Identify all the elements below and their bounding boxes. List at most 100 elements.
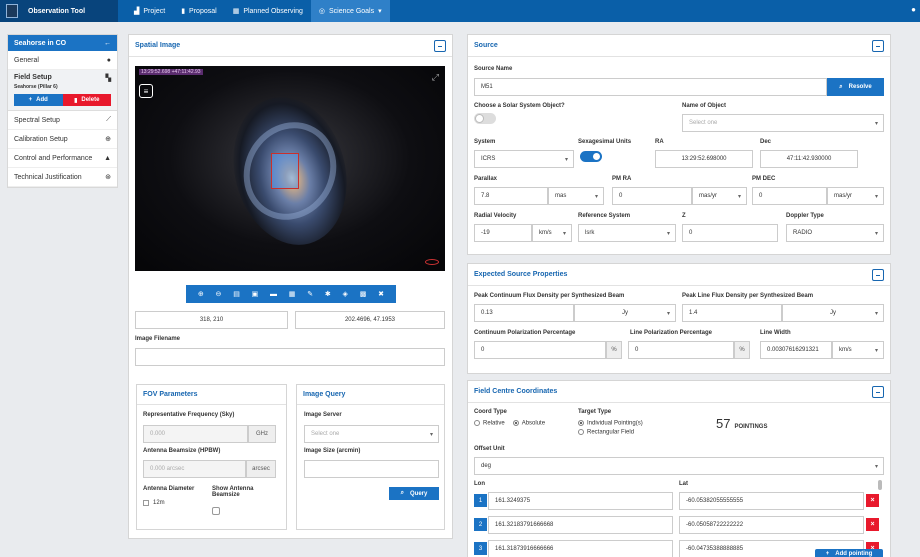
lat-input[interactable]: -60.05058722222222 xyxy=(679,516,864,534)
edit-icon[interactable]: ✎ xyxy=(307,290,313,298)
lon-input[interactable]: 161.32183791666668 xyxy=(488,516,673,534)
remove-pointing-icon[interactable]: × xyxy=(866,494,879,507)
source-name-label: Source Name xyxy=(474,66,513,72)
nav-proposal[interactable]: ▮ Proposal xyxy=(173,0,225,22)
peak-line-label: Peak Line Flux Density per Synthesized B… xyxy=(682,293,814,299)
peak-continuum-input[interactable]: 0.13 xyxy=(474,304,574,322)
expected-title: Expected Source Properties xyxy=(474,271,568,278)
sidebar-header[interactable]: Seahorse in CO ← xyxy=(8,35,117,51)
peak-line-input[interactable]: 1.4 xyxy=(682,304,782,322)
settings-icon[interactable]: ✱ xyxy=(325,290,331,298)
grid-icon[interactable]: ▩ xyxy=(360,290,367,298)
query-title: Image Query xyxy=(303,391,346,398)
rv-unit-select[interactable]: km/s xyxy=(532,224,572,242)
collapse-button[interactable] xyxy=(872,39,884,52)
plus-icon: + xyxy=(28,97,33,103)
system-select[interactable]: ICRS xyxy=(474,150,574,168)
disk-icon[interactable]: ▦ xyxy=(289,290,296,298)
sidebar-item-spectral-setup[interactable]: Spectral Setup ⟋ xyxy=(8,111,117,130)
zoom-in-icon[interactable]: ⊕ xyxy=(198,290,204,298)
peak-line-unit-select[interactable]: Jy xyxy=(782,304,884,322)
source-name-input[interactable]: M51 xyxy=(474,78,827,96)
add-pointing-button[interactable]: + Add pointing xyxy=(815,549,883,557)
lon-input[interactable]: 161.3249375 xyxy=(488,492,673,510)
line-width-unit-select[interactable]: km/s xyxy=(832,341,884,359)
beamsize-input[interactable]: 0.000 arcsec xyxy=(143,460,246,478)
peak-continuum-unit-select[interactable]: Jy xyxy=(574,304,676,322)
world-coord-readout: 202.4696, 47.1953 xyxy=(295,311,445,329)
sexagesimal-toggle[interactable] xyxy=(580,151,602,162)
close-icon[interactable]: ✖ xyxy=(378,290,384,298)
add-button[interactable]: + Add xyxy=(14,94,63,106)
lon-input[interactable]: 161.31873916666666 xyxy=(488,540,673,557)
layers-icon[interactable]: ≡ xyxy=(139,84,153,98)
solar-system-toggle[interactable] xyxy=(474,113,496,124)
zoom-out-icon[interactable]: ⊖ xyxy=(216,290,222,298)
sidebar-item-calibration-setup[interactable]: Calibration Setup ⊕ xyxy=(8,130,117,149)
antenna-diameter-label: Antenna Diameter xyxy=(143,486,195,492)
image-server-select[interactable]: Select one xyxy=(304,425,439,443)
doppler-type-select[interactable]: RADIO xyxy=(786,224,884,242)
nav-planned-observing[interactable]: ▦ Planned Observing xyxy=(225,0,311,22)
app-logo[interactable]: Observation Tool xyxy=(0,0,118,22)
solar-system-label: Choose a Solar System Object? xyxy=(474,103,565,109)
sidebar-item-technical-justification[interactable]: Technical Justification ⊛ xyxy=(8,168,117,187)
offset-unit-label: Offset Unit xyxy=(474,446,505,452)
rectangular-field-radio[interactable]: Rectangular Field xyxy=(578,429,634,436)
collapse-button[interactable] xyxy=(872,385,884,398)
line-pol-input[interactable]: 0 xyxy=(628,341,734,359)
nav-project[interactable]: ▟ Project xyxy=(126,0,173,22)
sky-image[interactable]: 13:29:52.698 +47:11:42.93 ≡ ⤢ xyxy=(135,66,445,271)
radial-velocity-input[interactable]: -19 xyxy=(474,224,532,242)
fov-overlay[interactable] xyxy=(271,153,299,189)
parallax-unit-select[interactable]: mas xyxy=(548,187,604,205)
lat-input[interactable]: -60.05382055555555 xyxy=(679,492,864,510)
individual-pointing-radio[interactable]: Individual Pointing(s) xyxy=(578,420,643,427)
pmra-input[interactable]: 0 xyxy=(612,187,692,205)
pmdec-unit-select[interactable]: mas/yr xyxy=(827,187,884,205)
image-size-input[interactable] xyxy=(304,460,439,478)
pointings-count: 57 xyxy=(716,416,731,431)
image-server-label: Image Server xyxy=(304,412,342,418)
save-icon[interactable]: ▤ xyxy=(233,290,240,298)
image-filename-input[interactable] xyxy=(135,348,445,366)
sidebar-item-control-performance[interactable]: Control and Performance ▲ xyxy=(8,149,117,168)
reference-system-select[interactable]: lsrk xyxy=(578,224,676,242)
arrow-left-icon[interactable]: ← xyxy=(104,40,111,47)
pmra-unit-select[interactable]: mas/yr xyxy=(692,187,747,205)
beam-ellipse xyxy=(425,259,439,265)
continuum-pol-input[interactable]: 0 xyxy=(474,341,606,359)
parallax-input[interactable]: 7.8 xyxy=(474,187,548,205)
show-beamsize-checkbox[interactable] xyxy=(212,507,220,515)
resolve-button[interactable]: ⌕ Resolve xyxy=(827,78,884,96)
pmdec-input[interactable]: 0 xyxy=(752,187,827,205)
sidebar-item-general[interactable]: General ● xyxy=(8,51,117,70)
absolute-radio[interactable]: Absolute xyxy=(512,420,545,427)
query-button[interactable]: ⌕ Query xyxy=(389,487,439,500)
rep-freq-input[interactable]: 0.000 xyxy=(143,425,248,443)
offset-unit-select[interactable]: deg xyxy=(474,457,884,475)
copy-icon[interactable]: ▣ xyxy=(252,290,259,298)
pointing-row-number: 2 xyxy=(474,518,487,531)
line-width-input[interactable]: 0.00307616291321 xyxy=(760,341,832,359)
delete-button[interactable]: ▮ Delete xyxy=(62,94,111,106)
percent-unit: % xyxy=(734,341,750,359)
scrollbar[interactable] xyxy=(878,480,882,490)
image-query-panel: Image Query xyxy=(296,384,445,530)
sidebar-item-field-setup[interactable]: Field Setup ▚ Seahorse (Pillar 6) + Add ▮ De… xyxy=(8,70,117,111)
remove-pointing-icon[interactable]: × xyxy=(866,518,879,531)
collapse-button[interactable] xyxy=(434,39,446,52)
expand-icon[interactable]: ⤢ xyxy=(432,72,439,83)
z-input[interactable]: 0 xyxy=(682,224,778,242)
center-icon[interactable]: ◈ xyxy=(343,290,348,298)
panel-title: Spatial Image xyxy=(135,42,181,49)
user-icon[interactable]: ● xyxy=(911,5,916,14)
folder-icon[interactable]: ▬ xyxy=(270,291,277,298)
nav-science-goals[interactable]: ◎ Science Goals ▾ xyxy=(310,0,390,22)
antenna-12m-checkbox[interactable]: 12m xyxy=(143,500,165,506)
ra-input[interactable]: 13:29:52.698000 xyxy=(655,150,753,168)
object-name-select[interactable]: Select one xyxy=(682,114,884,132)
relative-radio[interactable]: Relative xyxy=(474,420,505,427)
dec-input[interactable]: 47:11:42.930000 xyxy=(760,150,858,168)
collapse-button[interactable] xyxy=(872,268,884,281)
